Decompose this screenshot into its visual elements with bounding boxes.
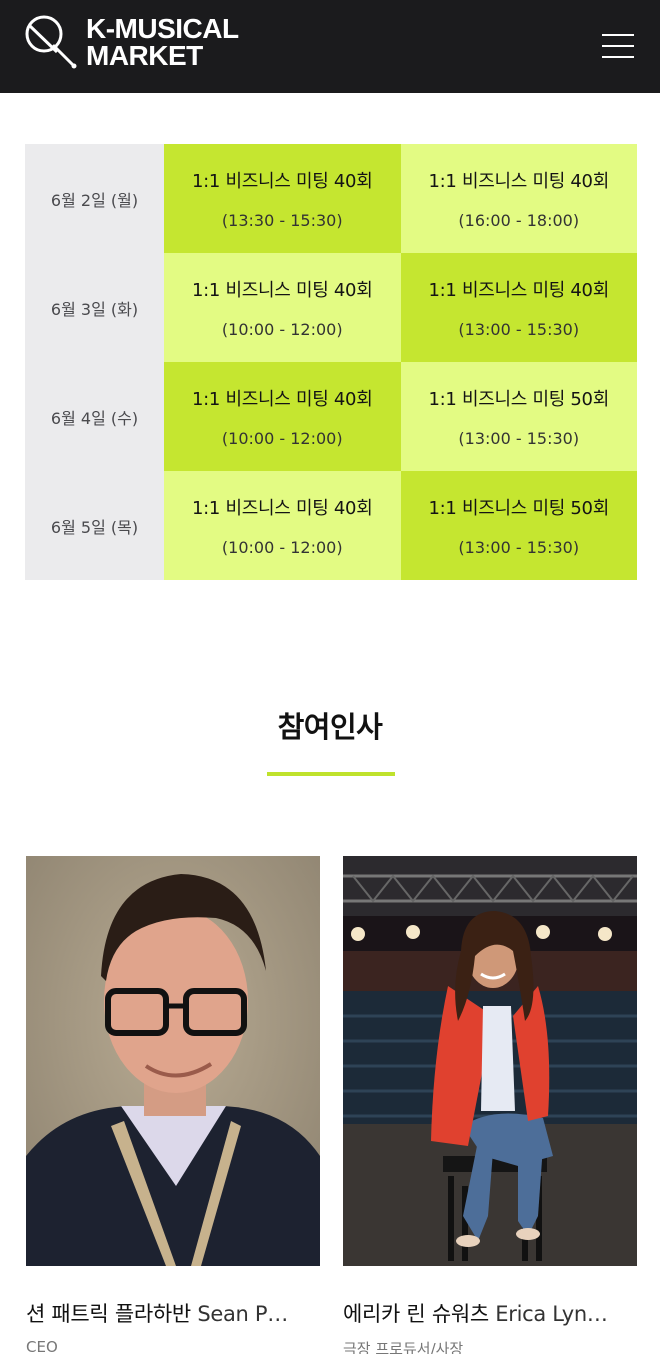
session-title: 1:1 비즈니스 미팅 50회: [428, 389, 610, 410]
session-title: 1:1 비즈니스 미팅 40회: [428, 171, 610, 192]
schedule-row: 6월 4일 (수) 1:1 비즈니스 미팅 40회 (10:00 - 12:00…: [25, 362, 637, 471]
meeting-schedule-table: 6월 2일 (월) 1:1 비즈니스 미팅 40회 (13:30 - 15:30…: [25, 144, 637, 580]
participant-name-en: Sean P…: [197, 1302, 288, 1326]
heading-underline: [267, 772, 395, 776]
session-title: 1:1 비즈니스 미팅 50회: [428, 498, 610, 519]
schedule-row: 6월 5일 (목) 1:1 비즈니스 미팅 40회 (10:00 - 12:00…: [25, 471, 637, 580]
logo-line-1: K-MUSICAL: [86, 13, 239, 44]
session-cell: 1:1 비즈니스 미팅 40회 (10:00 - 12:00): [164, 471, 401, 580]
session-title: 1:1 비즈니스 미팅 40회: [192, 171, 373, 192]
session-cell: 1:1 비즈니스 미팅 40회 (10:00 - 12:00): [164, 253, 401, 362]
schedule-row: 6월 2일 (월) 1:1 비즈니스 미팅 40회 (13:30 - 15:30…: [25, 144, 637, 253]
session-time: (10:00 - 12:00): [221, 320, 343, 339]
participant-title: 극장 프로듀서/사장: [343, 1340, 464, 1354]
schedule-date: 6월 3일 (화): [25, 253, 164, 362]
session-time: (13:00 - 15:30): [458, 320, 580, 339]
session-time: (13:00 - 15:30): [458, 538, 580, 557]
participant-title: CEO: [26, 1338, 58, 1354]
session-time: (13:30 - 15:30): [221, 211, 343, 230]
hamburger-menu-icon[interactable]: [600, 30, 636, 62]
participant-name-ko: 션 패트릭 플라하반: [26, 1302, 191, 1326]
participant-photo: [26, 856, 320, 1266]
session-cell: 1:1 비즈니스 미팅 40회 (13:30 - 15:30): [164, 144, 401, 253]
session-cell: 1:1 비즈니스 미팅 40회 (13:00 - 15:30): [400, 253, 637, 362]
session-title: 1:1 비즈니스 미팅 40회: [192, 280, 373, 301]
session-time: (13:00 - 15:30): [458, 429, 580, 448]
logo-text: K-MUSICAL MARKET: [86, 13, 239, 71]
participant-card[interactable]: 션 패트릭 플라하반 Sean P… CEO: [26, 856, 320, 1354]
session-time: (10:00 - 12:00): [221, 538, 343, 557]
participant-name: 에리카 린 슈워츠 Erica Lyn…: [343, 1298, 637, 1328]
logo-line-2: MARKET: [86, 40, 203, 71]
session-title: 1:1 비즈니스 미팅 40회: [192, 498, 373, 519]
schedule-date: 6월 2일 (월): [25, 144, 164, 253]
microphone-logo-icon: [25, 15, 77, 69]
session-cell: 1:1 비즈니스 미팅 40회 (16:00 - 18:00): [400, 144, 637, 253]
schedule-row: 6월 3일 (화) 1:1 비즈니스 미팅 40회 (10:00 - 12:00…: [25, 253, 637, 362]
participant-photo: [343, 856, 637, 1266]
site-logo[interactable]: K-MUSICAL MARKET: [24, 14, 239, 70]
participant-name-ko: 에리카 린 슈워츠: [343, 1302, 489, 1326]
participant-name: 션 패트릭 플라하반 Sean P…: [26, 1298, 320, 1328]
participant-card[interactable]: 에리카 린 슈워츠 Erica Lyn… 극장 프로듀서/사장: [343, 856, 637, 1354]
schedule-date: 6월 4일 (수): [25, 362, 164, 471]
site-header: K-MUSICAL MARKET: [0, 0, 660, 93]
session-cell: 1:1 비즈니스 미팅 50회 (13:00 - 15:30): [400, 471, 637, 580]
session-time: (16:00 - 18:00): [458, 211, 580, 230]
session-cell: 1:1 비즈니스 미팅 50회 (13:00 - 15:30): [400, 362, 637, 471]
participant-name-en: Erica Lyn…: [495, 1302, 608, 1326]
session-title: 1:1 비즈니스 미팅 40회: [192, 389, 373, 410]
participants-heading: 참여인사: [277, 710, 383, 744]
schedule-date: 6월 5일 (목): [25, 471, 164, 580]
session-title: 1:1 비즈니스 미팅 40회: [428, 280, 610, 301]
session-time: (10:00 - 12:00): [221, 429, 343, 448]
session-cell: 1:1 비즈니스 미팅 40회 (10:00 - 12:00): [164, 362, 401, 471]
